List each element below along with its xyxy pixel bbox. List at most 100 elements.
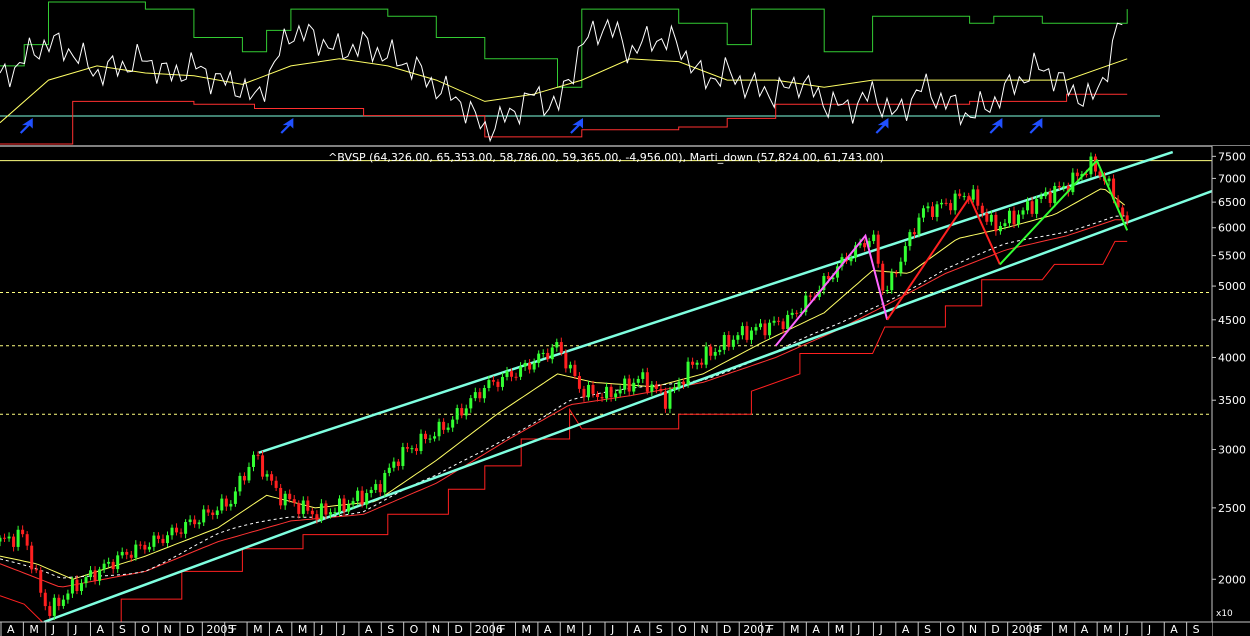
candle-body [763,323,767,336]
candle-body [30,545,34,570]
candle-body [505,371,509,377]
candle-body [220,498,224,511]
candle-body [958,193,962,197]
candle-body [424,433,428,439]
candle-body [261,455,265,477]
candle-body [356,490,360,502]
candle-body [98,569,102,581]
candle-body [718,349,722,352]
candle-body [111,561,115,570]
candle-body [686,361,690,385]
candle-body [700,362,704,365]
chart-svg: 7500 7000 6500 6000 5500 5000 4500 4000 3500 3000… [0,0,1250,636]
candle-body [70,579,74,594]
candle-body [1017,214,1021,225]
candle-body [455,408,459,420]
price-panel [0,150,1250,624]
candle-body [383,472,387,493]
time-tick-label: A [544,623,552,636]
time-tick-label: S [387,623,394,636]
candle-body [478,392,482,399]
candle-body [672,387,676,391]
time-tick-label: J [856,623,860,636]
time-tick-label: O [141,623,150,636]
time-tick-label: S [1193,623,1200,636]
time-tick-label: J [588,623,592,636]
time-tick-label: A [275,623,283,636]
candle-body [758,323,762,328]
moving-average-layer [0,188,1126,588]
time-tick-label: A [365,623,373,636]
time-tick-label: A [1170,623,1178,636]
candle-body [890,272,894,291]
candle-body [496,381,500,387]
candle-body [605,386,609,399]
candle-body [324,503,328,515]
zigzag-layer [774,158,1129,347]
candle-body [876,234,880,264]
candle-body [1030,201,1034,214]
candle-body [229,503,233,507]
price-tick-label: 7500 [1218,150,1246,163]
candle-body [184,522,188,534]
candle-body [265,474,269,477]
price-tick-label: 3500 [1218,394,1246,407]
candle-body [401,447,405,466]
candle-body [727,335,731,347]
candle-body [641,372,645,379]
candle-body [193,519,197,525]
candle-body [84,577,88,584]
candle-body [428,438,432,440]
price-tick-label: 5000 [1218,280,1246,293]
candle-body [962,196,966,198]
candle-body [170,527,174,536]
candle-body [944,202,948,204]
candle-body [949,203,953,211]
candle-body [632,382,636,392]
time-tick-label: J [342,623,346,636]
candle-body [75,579,79,591]
candle-body [985,213,989,222]
candle-body [1039,196,1043,199]
candle-body [885,290,889,292]
candle-body [12,536,16,547]
candle-body [338,498,342,513]
candle-body [541,352,545,354]
candle-body [93,570,97,581]
candle-body [976,189,980,206]
candle-body [134,544,138,558]
candle-body [419,433,423,452]
candle-body [912,232,916,235]
candle-body [310,510,314,515]
price-tick-label: 2500 [1218,502,1246,515]
candle-body [16,529,20,547]
candle-body [863,243,867,248]
candle-body [256,454,260,456]
candle-body [414,448,418,452]
candle-body [582,388,586,398]
candle-body [623,378,627,390]
time-axis: A M J J A S O N D 2005F M A M J J A S O N D 2006F M A M J J A S O N D 2… [0,621,1250,636]
candle-body [555,342,559,348]
candle-body [749,330,753,340]
time-tick-label: S [924,623,931,636]
candle-body [695,362,699,365]
candle-body [89,570,93,578]
candle-body [48,606,52,616]
candle-body [931,206,935,217]
chart-window: 7500 7000 6500 6000 5500 5000 4500 4000 3500 3000… [0,0,1250,636]
candle-body [591,384,595,394]
time-tick-label: D [991,623,999,636]
candle-body [1071,172,1075,193]
time-tick-label: J [1147,623,1151,636]
candle-body [627,378,631,392]
candle-body [39,570,43,593]
candle-body [1026,201,1030,211]
candle-body [795,312,799,314]
candle-body [618,389,622,394]
candle-body [650,384,654,392]
candle-body [387,467,391,473]
price-tick-label: 2000 [1218,573,1246,586]
candle-body [224,498,228,507]
candle-body [215,510,219,516]
